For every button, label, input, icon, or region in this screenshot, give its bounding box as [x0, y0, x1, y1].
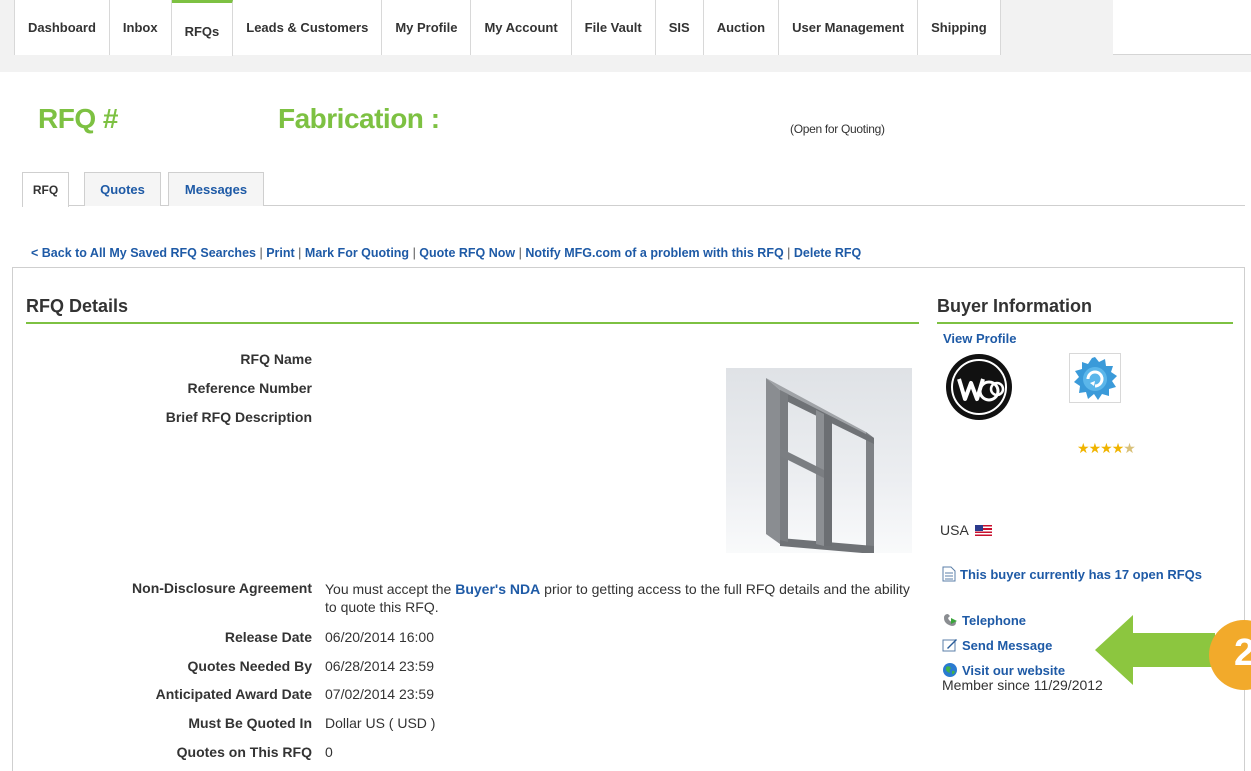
- document-icon: [942, 566, 956, 582]
- nav-tab-label: RFQs: [184, 24, 220, 39]
- print-link[interactable]: Print: [266, 246, 294, 260]
- compose-message-icon: [942, 639, 957, 652]
- quote-rfq-now-link[interactable]: Quote RFQ Now: [419, 246, 515, 260]
- rfq-name-label: RFQ Name: [240, 351, 312, 367]
- callout-arrow: [1095, 615, 1215, 685]
- nav-tab-leads-customers[interactable]: Leads & Customers: [233, 0, 383, 55]
- nav-tab-label: File Vault: [584, 20, 642, 35]
- reference-number-label: Reference Number: [187, 380, 313, 396]
- country-name: USA: [940, 522, 969, 538]
- release-date-label: Release Date: [224, 629, 312, 645]
- rfq-details-heading: RFQ Details: [26, 296, 129, 316]
- quotes-count-label: Quotes on This RFQ: [176, 744, 312, 760]
- rfq-status: (Open for Quoting): [790, 122, 885, 136]
- nav-tab-label: Shipping: [931, 20, 987, 35]
- globe-icon: [943, 663, 957, 677]
- buyer-country: USA: [940, 522, 992, 538]
- visit-website-link[interactable]: Visit our website: [942, 662, 1065, 678]
- award-date-value: 07/02/2014 23:59: [325, 686, 434, 702]
- quotes-count-value: 0: [325, 744, 333, 760]
- member-since: Member since 11/29/2012: [942, 677, 1103, 693]
- buyer-divider: [937, 322, 1233, 324]
- open-rfqs-label: This buyer currently has 17 open RFQs: [960, 566, 1203, 582]
- award-date-label: Anticipated Award Date: [155, 686, 312, 702]
- nda-text: You must accept the Buyer's NDA prior to…: [325, 581, 910, 615]
- nav-tab-inbox[interactable]: Inbox: [109, 0, 172, 55]
- rfq-action-links: < Back to All My Saved RFQ Searches | Pr…: [31, 246, 862, 260]
- main-tab-bar: Dashboard Inbox RFQs Leads & Customers M…: [14, 0, 1001, 56]
- currency-label: Must Be Quoted In: [188, 715, 312, 731]
- nav-tab-label: User Management: [792, 20, 905, 35]
- send-message-link[interactable]: Send Message: [942, 637, 1052, 653]
- nav-tab-my-account[interactable]: My Account: [471, 0, 572, 55]
- visit-website-label: Visit our website: [962, 662, 1066, 678]
- wbe-certification-badge: [945, 353, 1023, 421]
- star-icon: ★: [1111, 440, 1125, 456]
- notify-problem-link[interactable]: Notify MFG.com of a problem with this RF…: [525, 246, 783, 260]
- nav-tab-file-vault[interactable]: File Vault: [571, 0, 656, 55]
- star-icon: ★: [1100, 440, 1113, 456]
- buyer-information-heading: Buyer Information: [937, 296, 1093, 316]
- quotes-needed-by-value: 06/28/2014 23:59: [325, 658, 434, 674]
- nav-tab-dashboard[interactable]: Dashboard: [14, 0, 110, 55]
- nav-tab-label: Leads & Customers: [246, 20, 369, 35]
- send-message-label: Send Message: [962, 637, 1053, 653]
- verified-seal-badge: [1069, 353, 1121, 403]
- nav-tab-shipping[interactable]: Shipping: [918, 0, 1001, 55]
- currency-value: Dollar US ( USD ): [325, 715, 436, 731]
- buyer-rating: ★★★★★: [1077, 440, 1136, 457]
- telephone-label: Telephone: [962, 612, 1027, 628]
- window-frame-drawing: [766, 378, 874, 553]
- star-icon: ★: [1077, 440, 1090, 456]
- rfq-part-image: [726, 368, 912, 553]
- rfq-category-title: Fabrication :: [278, 103, 440, 134]
- nav-tab-sis[interactable]: SIS: [655, 0, 704, 55]
- details-divider: [26, 322, 919, 324]
- half-star-icon: ★: [1123, 440, 1136, 456]
- nav-tab-label: Auction: [716, 20, 766, 35]
- nav-tab-label: SIS: [668, 20, 690, 35]
- view-profile-link[interactable]: View Profile: [943, 331, 1016, 346]
- rfq-number-title: RFQ #: [38, 103, 118, 134]
- nav-tab-label: My Account: [484, 20, 558, 35]
- top-navigation: Dashboard Inbox RFQs Leads & Customers M…: [0, 0, 1251, 72]
- nav-tab-label: My Profile: [395, 20, 458, 35]
- quotes-needed-by-label: Quotes Needed By: [187, 658, 312, 674]
- nav-tab-label: Dashboard: [28, 20, 96, 35]
- mark-for-quoting-link[interactable]: Mark For Quoting: [305, 246, 409, 260]
- tab-messages[interactable]: Messages: [168, 172, 264, 206]
- telephone-icon: [944, 614, 957, 626]
- rfq-subtabs: RFQ Quotes Messages: [22, 168, 1245, 207]
- tab-quotes[interactable]: Quotes: [84, 172, 161, 206]
- nav-tab-label: Inbox: [122, 20, 158, 35]
- tab-rfq[interactable]: RFQ: [22, 172, 69, 207]
- nav-filler: [1113, 0, 1251, 55]
- brief-description-label: Brief RFQ Description: [165, 409, 312, 425]
- nav-tab-user-management[interactable]: User Management: [779, 0, 919, 55]
- delete-rfq-link[interactable]: Delete RFQ: [794, 246, 861, 260]
- telephone-link[interactable]: Telephone: [942, 612, 1026, 628]
- release-date-value: 06/20/2014 16:00: [325, 629, 434, 645]
- back-to-searches-link[interactable]: < Back to All My Saved RFQ Searches: [31, 246, 256, 260]
- nav-tab-my-profile[interactable]: My Profile: [382, 0, 472, 55]
- nav-tab-auction[interactable]: Auction: [703, 0, 780, 55]
- nav-tab-rfqs[interactable]: RFQs: [171, 0, 234, 56]
- callout-step-number: 2: [1234, 632, 1251, 674]
- buyer-nda-link[interactable]: Buyer's NDA: [455, 581, 540, 597]
- us-flag-icon: [974, 524, 992, 536]
- nda-label: Non-Disclosure Agreement: [132, 580, 312, 596]
- open-rfqs-link[interactable]: This buyer currently has 17 open RFQs: [942, 566, 1202, 582]
- star-icon: ★: [1088, 440, 1102, 456]
